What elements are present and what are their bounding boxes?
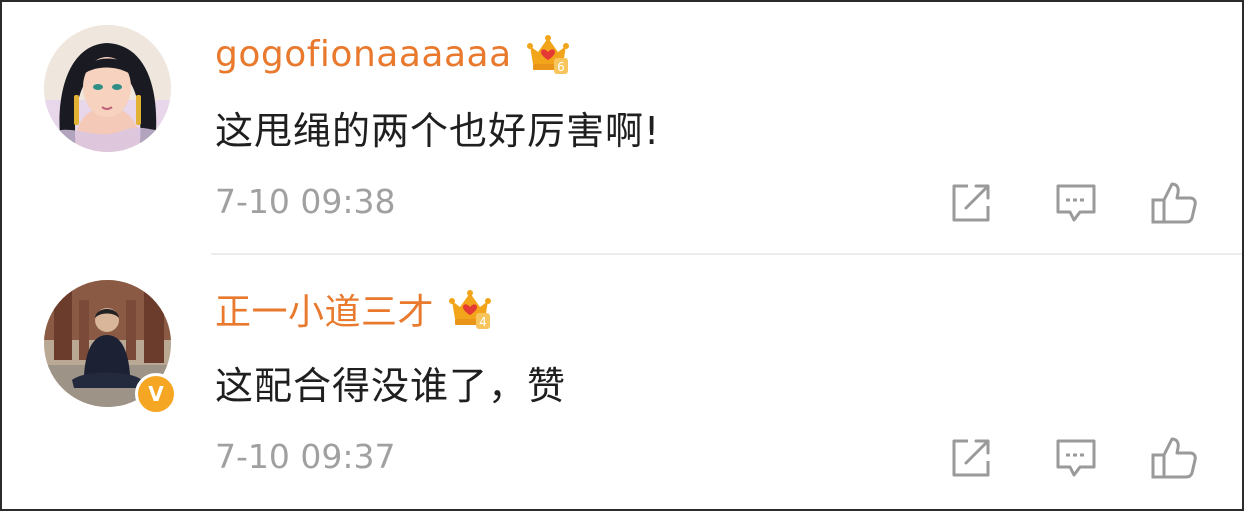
timestamp: 7-10 09:38 xyxy=(215,182,396,221)
share-icon xyxy=(952,439,990,477)
comment-actions xyxy=(948,180,1208,226)
vip-level: 4 xyxy=(479,315,487,329)
like-button[interactable] xyxy=(1150,180,1198,226)
comment-list: gogofionaaaaaa 6 这甩绳的两个也好厉害啊! 7-10 09:38 xyxy=(0,0,1244,511)
username[interactable]: gogofionaaaaaa xyxy=(215,34,512,75)
username-row: gogofionaaaaaa 6 xyxy=(215,26,570,82)
vip-level: 6 xyxy=(557,60,565,74)
avatar-illustration xyxy=(44,25,171,152)
comment-icon xyxy=(1056,184,1096,222)
comment-text: 这甩绳的两个也好厉害啊! xyxy=(215,109,661,153)
comment-text: 这配合得没谁了，赞 xyxy=(215,364,567,408)
comment-item: gogofionaaaaaa 6 这甩绳的两个也好厉害啊! 7-10 09:38 xyxy=(2,2,1242,252)
share-icon xyxy=(952,184,990,222)
thumbs-up-icon xyxy=(1151,182,1197,224)
divider xyxy=(211,253,1242,255)
reply-button[interactable] xyxy=(1052,180,1100,226)
comment-actions xyxy=(948,435,1208,481)
vip-crown-icon: 4 xyxy=(448,287,492,331)
vip-crown-icon: 6 xyxy=(526,32,570,76)
reply-button[interactable] xyxy=(1052,435,1100,481)
like-button[interactable] xyxy=(1150,435,1198,481)
verified-badge: V xyxy=(135,373,177,415)
share-button[interactable] xyxy=(948,180,996,226)
comment-icon xyxy=(1056,439,1096,477)
timestamp: 7-10 09:37 xyxy=(215,437,396,476)
share-button[interactable] xyxy=(948,435,996,481)
thumbs-up-icon xyxy=(1151,437,1197,479)
comment-item: V 正一小道三才 4 这配合得没谁了，赞 7-10 09:37 xyxy=(2,257,1242,507)
username-row: 正一小道三才 4 xyxy=(215,281,492,337)
avatar[interactable] xyxy=(44,25,171,152)
username[interactable]: 正一小道三才 xyxy=(215,283,434,335)
